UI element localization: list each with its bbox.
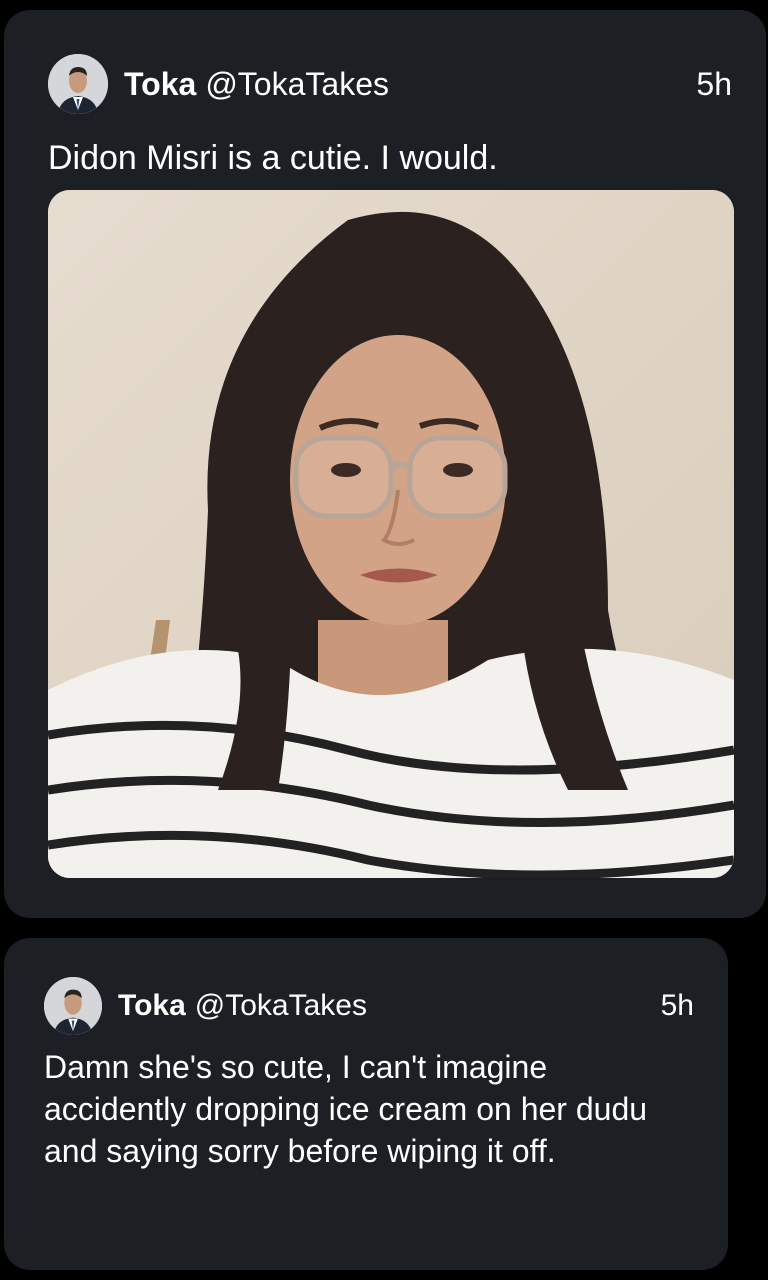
avatar[interactable] [48,54,108,114]
author-handle[interactable]: @TokaTakes [195,989,367,1023]
avatar[interactable] [44,977,102,1035]
author-handle[interactable]: @TokaTakes [205,66,389,103]
profile-avatar-icon [48,54,108,114]
profile-avatar-icon [44,977,102,1035]
tweet-photo[interactable] [48,190,734,878]
tweet-text: Damn she's so cute, I can't imagine acci… [44,1049,648,1170]
author-name[interactable]: Toka [118,989,186,1023]
timestamp[interactable]: 5h [661,989,694,1023]
tweet-header: Toka @TokaTakes 5h [44,977,694,1035]
author-name[interactable]: Toka [124,66,196,103]
timestamp[interactable]: 5h [696,66,732,103]
tweet-header: Toka @TokaTakes 5h [48,54,732,114]
photo-portrait-icon [48,190,734,878]
tweet-card[interactable]: Toka @TokaTakes 5h Damn she's so cute, I… [4,938,728,1270]
tweet-text: Didon Misri is a cutie. I would. [48,139,498,177]
tweet-card[interactable]: Toka @TokaTakes 5h Didon Misri is a cuti… [4,10,766,918]
